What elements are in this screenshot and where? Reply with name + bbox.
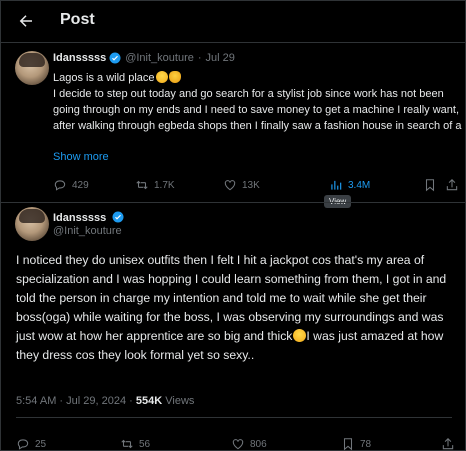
- post-first-line: Lagos is a wild place: [53, 72, 155, 84]
- weary-cat-emoji: [168, 71, 181, 83]
- verified-badge-icon: [109, 52, 121, 64]
- post-page: Post Idansssss @Init_kouture · Jul 29 La…: [0, 0, 466, 451]
- reply-button[interactable]: 25: [16, 435, 46, 451]
- top-bar: Post: [1, 1, 466, 42]
- post-body: I decide to step out today and go search…: [53, 88, 462, 132]
- share-icon: [442, 438, 454, 450]
- action-bar: 429 1.7K 13K 3.4M: [53, 176, 458, 194]
- share-button[interactable]: [445, 176, 464, 194]
- dot-separator: ·: [197, 52, 202, 64]
- verified-badge-icon: [112, 211, 124, 223]
- like-button[interactable]: 806: [231, 435, 267, 451]
- post-header: Idansssss: [53, 211, 124, 224]
- post-date[interactable]: Jul 29, 2024: [66, 395, 126, 407]
- views-button[interactable]: 3.4M: [329, 176, 370, 194]
- views-chart-icon: [331, 180, 342, 190]
- show-more-link[interactable]: Show more: [53, 151, 109, 163]
- post-time[interactable]: 5:54 AM: [16, 395, 56, 407]
- like-button[interactable]: 13K: [223, 176, 260, 194]
- bookmark-button[interactable]: [423, 176, 442, 194]
- avatar[interactable]: [15, 51, 49, 85]
- post-header: Idansssss @Init_kouture · Jul 29: [53, 52, 235, 64]
- bookmark-button[interactable]: 78: [341, 435, 371, 451]
- repost-button[interactable]: 1.7K: [135, 176, 175, 194]
- post-date[interactable]: Jul 29: [206, 52, 235, 64]
- post-text: I noticed they do unisex outfits then I …: [16, 251, 464, 365]
- repost-icon: [136, 180, 148, 190]
- arrow-left-icon[interactable]: [17, 12, 35, 30]
- action-bar: 25 56 806 78: [16, 435, 456, 451]
- weary-face-emoji: [155, 71, 168, 83]
- views-count: 554K: [135, 395, 163, 407]
- repost-button[interactable]: 56: [120, 435, 150, 451]
- main-post: Idansssss @Init_kouture I noticed they d…: [1, 202, 466, 451]
- page-title: Post: [60, 11, 95, 28]
- dot-separator: ·: [129, 395, 133, 407]
- author-name[interactable]: Idansssss: [53, 52, 106, 64]
- bookmark-icon: [425, 179, 435, 192]
- share-icon: [446, 179, 458, 191]
- author-handle[interactable]: @Init_kouture: [125, 52, 194, 64]
- dot-separator: ·: [59, 395, 64, 407]
- divider: [16, 417, 452, 418]
- avatar[interactable]: [15, 207, 49, 241]
- views-label: Views: [165, 395, 195, 407]
- share-button[interactable]: [441, 435, 460, 451]
- post-meta: 5:54 AM · Jul 29, 2024 · 554K Views: [16, 395, 194, 407]
- bookmark-icon: [343, 438, 353, 451]
- author-name[interactable]: Idansssss: [53, 212, 106, 224]
- repost-icon: [121, 439, 133, 449]
- reply-icon: [17, 439, 29, 450]
- reply-icon: [54, 180, 66, 191]
- post-text: Lagos is a wild place I decide to step o…: [53, 70, 463, 134]
- author-handle[interactable]: @Init_kouture: [53, 225, 122, 237]
- reply-button[interactable]: 429: [53, 176, 89, 194]
- heart-icon: [224, 180, 236, 191]
- tired-face-emoji: [293, 329, 307, 342]
- heart-icon: [232, 439, 244, 450]
- quoted-post[interactable]: Idansssss @Init_kouture · Jul 29 Lagos i…: [1, 42, 466, 202]
